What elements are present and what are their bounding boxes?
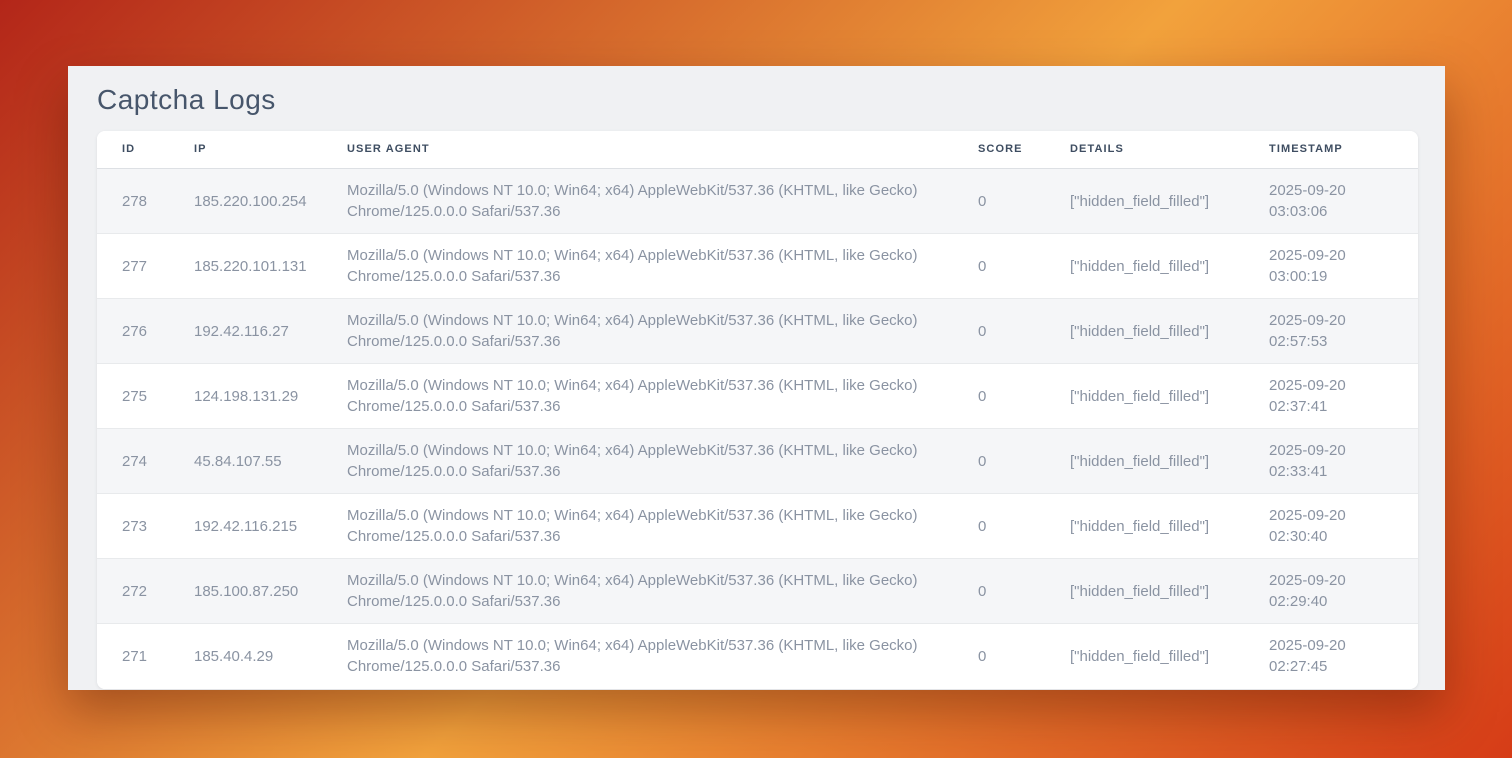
cell-score: 0 xyxy=(953,299,1045,364)
cell-user-agent: Mozilla/5.0 (Windows NT 10.0; Win64; x64… xyxy=(322,299,953,364)
cell-ip: 192.42.116.27 xyxy=(169,299,322,364)
cell-user-agent: Mozilla/5.0 (Windows NT 10.0; Win64; x64… xyxy=(322,429,953,494)
column-header-details: DETAILS xyxy=(1045,131,1244,169)
table-row: 276 192.42.116.27 Mozilla/5.0 (Windows N… xyxy=(97,299,1418,364)
cell-ip: 124.198.131.29 xyxy=(169,364,322,429)
cell-score: 0 xyxy=(953,364,1045,429)
desktop-background: { "page": { "title": "Captcha Logs" }, "… xyxy=(0,0,1512,758)
cell-user-agent: Mozilla/5.0 (Windows NT 10.0; Win64; x64… xyxy=(322,234,953,299)
table-row: 277 185.220.101.131 Mozilla/5.0 (Windows… xyxy=(97,234,1418,299)
cell-ip: 45.84.107.55 xyxy=(169,429,322,494)
cell-user-agent: Mozilla/5.0 (Windows NT 10.0; Win64; x64… xyxy=(322,364,953,429)
column-header-score: SCORE xyxy=(953,131,1045,169)
cell-ip: 185.220.101.131 xyxy=(169,234,322,299)
cell-id: 272 xyxy=(97,559,169,624)
cell-id: 274 xyxy=(97,429,169,494)
cell-timestamp: 2025-09-20 03:03:06 xyxy=(1244,169,1418,234)
table-row: 278 185.220.100.254 Mozilla/5.0 (Windows… xyxy=(97,169,1418,234)
column-header-timestamp: TIMESTAMP xyxy=(1244,131,1418,169)
cell-id: 278 xyxy=(97,169,169,234)
cell-score: 0 xyxy=(953,559,1045,624)
cell-timestamp: 2025-09-20 02:30:40 xyxy=(1244,494,1418,559)
cell-ip: 192.42.116.215 xyxy=(169,494,322,559)
cell-details: ["hidden_field_filled"] xyxy=(1045,364,1244,429)
table-header: ID IP USER AGENT SCORE DETAILS TIMESTAMP xyxy=(97,131,1418,169)
cell-details: ["hidden_field_filled"] xyxy=(1045,624,1244,689)
cell-details: ["hidden_field_filled"] xyxy=(1045,559,1244,624)
cell-details: ["hidden_field_filled"] xyxy=(1045,234,1244,299)
column-header-ip: IP xyxy=(169,131,322,169)
cell-score: 0 xyxy=(953,429,1045,494)
cell-ip: 185.40.4.29 xyxy=(169,624,322,689)
cell-user-agent: Mozilla/5.0 (Windows NT 10.0; Win64; x64… xyxy=(322,169,953,234)
cell-id: 273 xyxy=(97,494,169,559)
cell-id: 276 xyxy=(97,299,169,364)
cell-id: 277 xyxy=(97,234,169,299)
column-header-user-agent: USER AGENT xyxy=(322,131,953,169)
captcha-logs-table: ID IP USER AGENT SCORE DETAILS TIMESTAMP… xyxy=(97,131,1418,689)
cell-details: ["hidden_field_filled"] xyxy=(1045,429,1244,494)
cell-timestamp: 2025-09-20 02:27:45 xyxy=(1244,624,1418,689)
table-row: 271 185.40.4.29 Mozilla/5.0 (Windows NT … xyxy=(97,624,1418,689)
cell-score: 0 xyxy=(953,169,1045,234)
cell-user-agent: Mozilla/5.0 (Windows NT 10.0; Win64; x64… xyxy=(322,624,953,689)
cell-timestamp: 2025-09-20 02:57:53 xyxy=(1244,299,1418,364)
cell-user-agent: Mozilla/5.0 (Windows NT 10.0; Win64; x64… xyxy=(322,559,953,624)
page-title: Captcha Logs xyxy=(97,84,1418,116)
table-row: 275 124.198.131.29 Mozilla/5.0 (Windows … xyxy=(97,364,1418,429)
cell-id: 271 xyxy=(97,624,169,689)
cell-ip: 185.220.100.254 xyxy=(169,169,322,234)
cell-score: 0 xyxy=(953,234,1045,299)
cell-timestamp: 2025-09-20 02:37:41 xyxy=(1244,364,1418,429)
cell-score: 0 xyxy=(953,494,1045,559)
table-row: 272 185.100.87.250 Mozilla/5.0 (Windows … xyxy=(97,559,1418,624)
table-header-row: ID IP USER AGENT SCORE DETAILS TIMESTAMP xyxy=(97,131,1418,169)
cell-timestamp: 2025-09-20 02:29:40 xyxy=(1244,559,1418,624)
cell-id: 275 xyxy=(97,364,169,429)
cell-user-agent: Mozilla/5.0 (Windows NT 10.0; Win64; x64… xyxy=(322,494,953,559)
captcha-logs-card: Captcha Logs ID IP USER AGENT SCORE DETA… xyxy=(68,66,1445,690)
cell-timestamp: 2025-09-20 03:00:19 xyxy=(1244,234,1418,299)
table-row: 274 45.84.107.55 Mozilla/5.0 (Windows NT… xyxy=(97,429,1418,494)
cell-details: ["hidden_field_filled"] xyxy=(1045,299,1244,364)
cell-timestamp: 2025-09-20 02:33:41 xyxy=(1244,429,1418,494)
table-row: 273 192.42.116.215 Mozilla/5.0 (Windows … xyxy=(97,494,1418,559)
cell-details: ["hidden_field_filled"] xyxy=(1045,169,1244,234)
cell-details: ["hidden_field_filled"] xyxy=(1045,494,1244,559)
column-header-id: ID xyxy=(97,131,169,169)
cell-score: 0 xyxy=(953,624,1045,689)
cell-ip: 185.100.87.250 xyxy=(169,559,322,624)
captcha-logs-table-container: ID IP USER AGENT SCORE DETAILS TIMESTAMP… xyxy=(97,131,1418,689)
log-table-body: 278 185.220.100.254 Mozilla/5.0 (Windows… xyxy=(97,169,1418,689)
